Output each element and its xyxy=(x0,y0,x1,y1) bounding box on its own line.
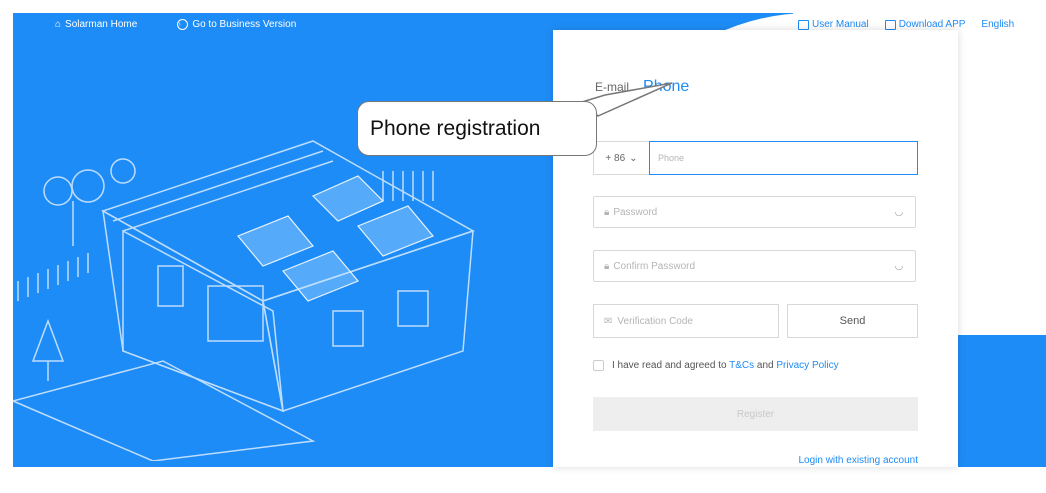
verification-placeholder: Verification Code xyxy=(617,315,693,327)
country-code-value: + 86 xyxy=(605,152,626,164)
background-accent xyxy=(958,335,1046,467)
download-app-label: Download APP xyxy=(898,19,966,30)
agree-text: I have read and agreed to T&Cs and Priva… xyxy=(612,360,839,371)
arrow-circle-icon: › xyxy=(177,19,189,30)
send-button[interactable]: Send xyxy=(787,304,918,338)
tab-email[interactable]: E-mail xyxy=(595,80,629,94)
user-manual-link[interactable]: User Manual xyxy=(798,19,869,30)
business-version-label: Go to Business Version xyxy=(192,19,297,30)
solarman-home-label: Solarman Home xyxy=(65,19,138,30)
confirm-password-placeholder: Confirm Password xyxy=(613,260,696,272)
agree-checkbox[interactable] xyxy=(593,360,604,371)
country-code-select[interactable]: + 86 ⌄ xyxy=(593,141,649,175)
lock-icon: 🔒︎ xyxy=(604,206,610,218)
privacy-policy-link[interactable]: Privacy Policy xyxy=(776,360,838,371)
password-field[interactable]: 🔒︎ Password ◡ xyxy=(593,196,916,228)
password-placeholder: Password xyxy=(613,206,658,218)
business-version-link[interactable]: › Go to Business Version xyxy=(177,19,296,30)
solarman-home-link[interactable]: ⌂ Solarman Home xyxy=(55,19,137,30)
verification-code-input[interactable]: ✉ Verification Code xyxy=(593,304,779,338)
mail-icon: ✉ xyxy=(604,315,613,327)
tab-phone[interactable]: Phone xyxy=(643,78,689,96)
registration-tabs: E-mail Phone xyxy=(595,78,689,96)
eye-icon[interactable]: ◡ xyxy=(893,207,905,218)
lock-icon: 🔒︎ xyxy=(604,260,610,272)
language-selector[interactable]: English xyxy=(981,19,1014,30)
callout-text: Phone registration xyxy=(370,116,541,140)
register-button[interactable]: Register xyxy=(593,397,918,431)
callout-box: Phone registration xyxy=(357,101,597,156)
user-manual-label: User Manual xyxy=(812,19,869,30)
confirm-password-field[interactable]: 🔒︎ Confirm Password ◡ xyxy=(593,250,916,282)
chevron-down-icon: ⌄ xyxy=(629,152,638,164)
agreement-row: I have read and agreed to T&Cs and Priva… xyxy=(593,360,839,371)
topbar-left: ⌂ Solarman Home › Go to Business Version xyxy=(55,19,296,30)
login-existing-link[interactable]: Login with existing account xyxy=(798,455,918,466)
topbar-right: User Manual Download APP English xyxy=(798,19,1014,30)
home-icon: ⌂ xyxy=(55,19,62,30)
registration-panel: E-mail Phone + 86 ⌄ Phone 🔒︎ Password ◡ … xyxy=(553,30,958,467)
download-app-link[interactable]: Download APP xyxy=(884,19,966,30)
agree-prefix: I have read and agreed to xyxy=(612,360,727,371)
phone-icon xyxy=(884,19,896,30)
eye-icon[interactable]: ◡ xyxy=(893,261,905,272)
phone-row: + 86 ⌄ Phone xyxy=(593,141,918,175)
phone-input[interactable]: Phone xyxy=(649,141,918,175)
tcs-link[interactable]: T&Cs xyxy=(729,360,754,371)
and-text: and xyxy=(756,360,774,371)
book-icon xyxy=(798,19,809,30)
verification-row: ✉ Verification Code Send xyxy=(593,304,918,338)
